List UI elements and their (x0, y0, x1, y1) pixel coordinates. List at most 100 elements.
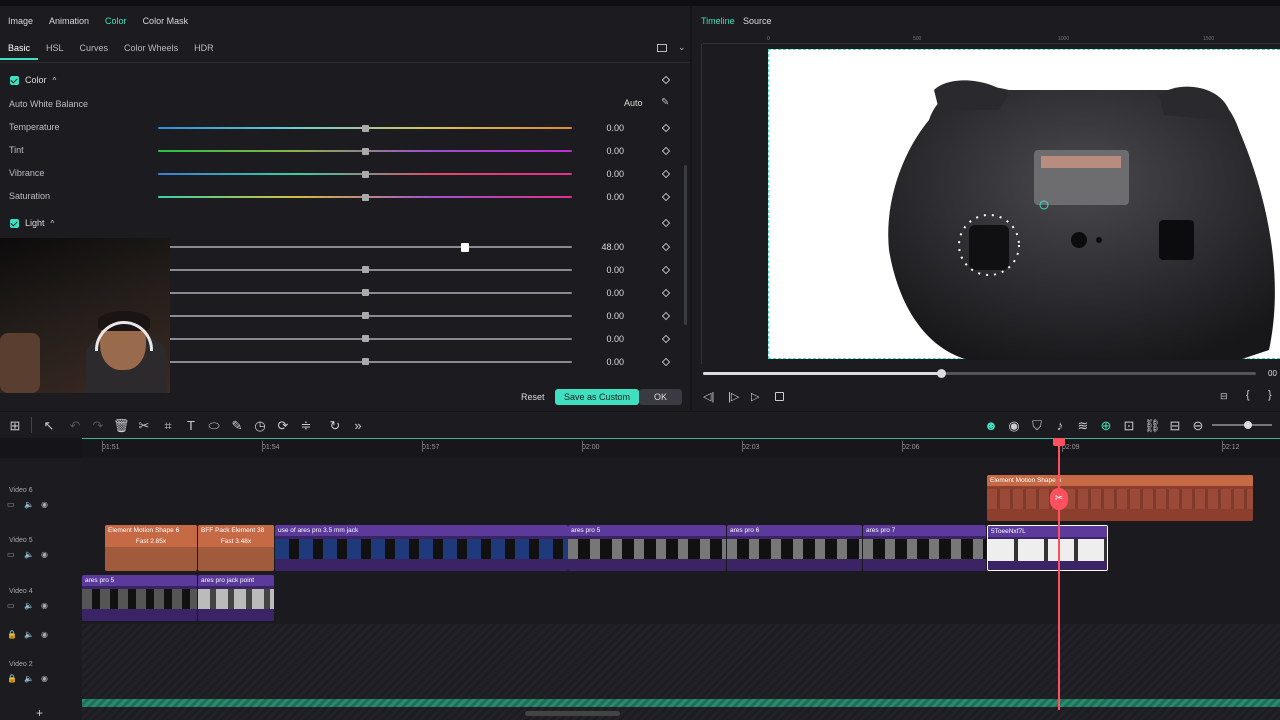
scissors-icon[interactable]: ✂ (136, 418, 152, 434)
pen-icon[interactable]: ✎ (229, 418, 245, 434)
slider-thumb[interactable] (362, 171, 369, 178)
rotate-icon[interactable]: ↻ (327, 418, 343, 434)
slider-thumb[interactable] (362, 312, 369, 319)
tab-color-mask[interactable]: Color Mask (135, 12, 197, 34)
eye-icon[interactable]: ◉ (41, 500, 48, 509)
clip-video5-selected[interactable]: 5ToeeNxf7L (987, 525, 1108, 571)
chevron-up-icon[interactable]: ^ (51, 219, 55, 228)
shape-icon[interactable]: ⬭ (206, 418, 222, 434)
layout-grid-icon[interactable]: ⊞ (7, 418, 23, 434)
tab-hsl[interactable]: HSL (38, 40, 72, 60)
clip-video6[interactable]: Element Motion Shape 6 (987, 475, 1253, 521)
slider-thumb[interactable] (461, 243, 470, 252)
clip-video5[interactable]: ares pro 6 (727, 525, 862, 571)
lock-icon[interactable]: 🔒 (7, 674, 17, 683)
slider-value[interactable]: 0.00 (596, 265, 624, 275)
clip-video4[interactable]: ares pro jack point (198, 575, 274, 621)
folder-icon[interactable]: ▭ (7, 500, 15, 509)
preview-canvas[interactable] (768, 49, 1280, 360)
mute-icon[interactable]: 🔈 (24, 630, 34, 639)
slider-track[interactable] (158, 246, 572, 248)
slider-value[interactable]: 0.00 (596, 146, 624, 156)
ai-assistant-icon[interactable]: ☻ (983, 418, 999, 433)
mute-icon[interactable]: 🔈 (24, 601, 34, 610)
playhead-handle[interactable] (1053, 438, 1065, 446)
text-icon[interactable]: T (183, 418, 199, 433)
tab-color[interactable]: Color (97, 12, 135, 34)
scrubber-handle[interactable] (936, 369, 946, 378)
caption-icon[interactable]: ⊡ (1121, 418, 1137, 434)
tab-image[interactable]: Image (0, 12, 41, 34)
ok-button[interactable]: OK (639, 389, 682, 405)
clip-video5[interactable]: ares pro 7 (863, 525, 986, 571)
eye-icon[interactable]: ◉ (41, 601, 48, 610)
next-frame-icon[interactable]: |▷ (728, 390, 739, 403)
speed-icon[interactable]: ⟳ (275, 418, 291, 434)
mark-in-icon[interactable]: { (1246, 389, 1250, 401)
slider-value[interactable]: 0.00 (596, 169, 624, 179)
mic-icon[interactable]: ♪ (1052, 418, 1068, 433)
folder-icon[interactable]: ▭ (7, 601, 15, 610)
adjust-icon[interactable]: ≑ (298, 418, 314, 434)
slider-thumb[interactable] (362, 358, 369, 365)
slider-thumb[interactable] (362, 335, 369, 342)
shield-icon[interactable]: ⛉ (1029, 418, 1045, 434)
panel-scrollbar[interactable] (684, 165, 687, 325)
audio-track-strip[interactable] (82, 699, 1280, 707)
redo-icon[interactable]: ↷ (90, 418, 106, 434)
delete-icon[interactable]: 🗑 (113, 418, 130, 434)
undo-icon[interactable]: ↶ (67, 418, 83, 434)
color-section-header[interactable]: Color ^ (10, 75, 56, 85)
tab-timeline[interactable]: Timeline (701, 16, 735, 26)
clip-video5[interactable]: BFF Pack Element 38 Fast 3.48x (198, 525, 274, 571)
link-icon[interactable]: ⛓ (1144, 418, 1161, 434)
slider-value[interactable]: 0.00 (596, 192, 624, 202)
mark-out-icon[interactable]: } (1268, 389, 1272, 401)
slider-thumb[interactable] (362, 148, 369, 155)
clip-video4[interactable]: ares pro 5 (82, 575, 197, 621)
stop-icon[interactable] (775, 392, 784, 401)
slider-thumb[interactable] (362, 125, 369, 132)
crop-icon[interactable]: ⌗ (160, 418, 176, 434)
mute-icon[interactable]: 🔈 (24, 674, 34, 683)
audio-mix-icon[interactable]: ≋ (1075, 418, 1091, 434)
play-icon[interactable]: ▷ (751, 390, 759, 403)
tab-basic[interactable]: Basic (0, 40, 39, 60)
compare-view-icon[interactable] (657, 44, 667, 52)
tab-color-wheels[interactable]: Color Wheels (116, 40, 186, 60)
eye-icon[interactable]: ◉ (41, 550, 48, 559)
slider-value[interactable]: 0.00 (596, 311, 624, 321)
aspect-ratio-icon[interactable]: ⊟ (1220, 391, 1228, 402)
slider-value[interactable]: 0.00 (596, 123, 624, 133)
tab-animation[interactable]: Animation (41, 12, 97, 34)
chevron-up-icon[interactable]: ^ (53, 76, 57, 85)
light-section-header[interactable]: Light ^ (10, 218, 54, 228)
lock-icon[interactable]: 🔒 (7, 630, 17, 639)
mute-icon[interactable]: 🔈 (24, 550, 34, 559)
slider-value[interactable]: 0.00 (596, 357, 624, 367)
slider-value[interactable]: 48.00 (596, 242, 624, 252)
clip-video5[interactable]: use of ares pro 3.5 mm jack (275, 525, 568, 571)
playhead[interactable] (1058, 440, 1060, 710)
zoom-slider[interactable] (1212, 424, 1272, 426)
color-enable-checkbox[interactable] (10, 75, 19, 85)
tab-hdr[interactable]: HDR (186, 40, 222, 60)
scissors-icon[interactable]: ✂ (1050, 488, 1068, 510)
eyedropper-icon[interactable]: ✎ (661, 97, 669, 108)
timer-icon[interactable]: ◷ (252, 418, 268, 434)
zoom-slider-handle[interactable] (1244, 421, 1252, 429)
timeline-scrollbar[interactable] (525, 711, 620, 716)
tab-source[interactable]: Source (743, 16, 772, 26)
save-custom-button[interactable]: Save as Custom (555, 389, 640, 405)
slider-thumb[interactable] (362, 266, 369, 273)
tab-curves[interactable]: Curves (72, 40, 117, 60)
slider-thumb[interactable] (362, 194, 369, 201)
prev-frame-icon[interactable]: ◁| (703, 390, 714, 403)
auto-button[interactable]: Auto (618, 96, 649, 110)
select-tool-icon[interactable]: ↖ (41, 418, 57, 434)
clip-video5[interactable]: ares pro 5 (568, 525, 726, 571)
eye-icon[interactable]: ◉ (41, 674, 48, 683)
more-tools-icon[interactable]: » (350, 418, 366, 433)
slider-value[interactable]: 0.00 (596, 288, 624, 298)
folder-icon[interactable]: ▭ (7, 550, 15, 559)
